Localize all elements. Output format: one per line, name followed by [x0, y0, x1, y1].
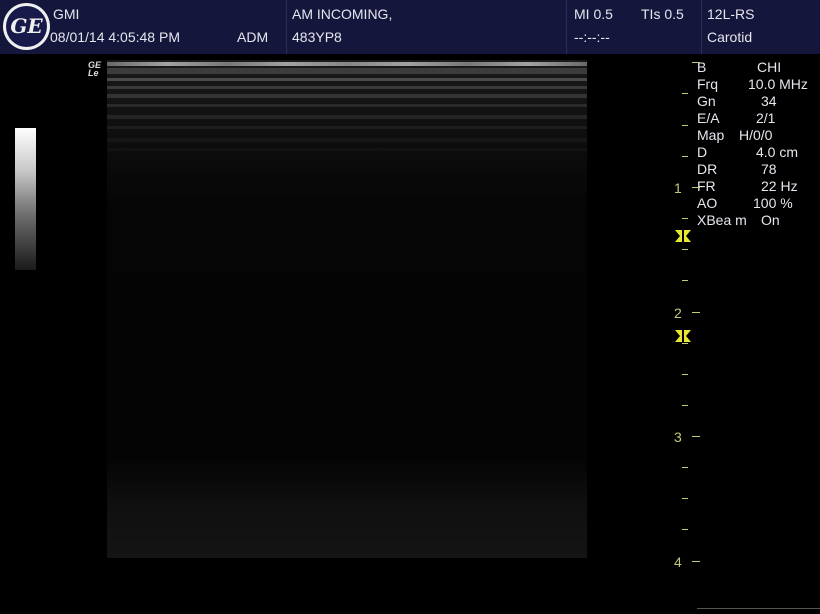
- divider: [697, 608, 820, 609]
- ultrasound-image[interactable]: [107, 60, 587, 558]
- focus-marker-icon[interactable]: [674, 230, 692, 242]
- patient-name: AM INCOMING,: [292, 6, 393, 22]
- probe-name: 12L-RS: [707, 6, 755, 22]
- mechanical-index: MI 0.5: [574, 6, 613, 22]
- ge-logo-icon: GE: [3, 3, 50, 50]
- depth-label-2: 2: [674, 305, 682, 321]
- exam-datetime: 08/01/14 4:05:48 PM: [50, 29, 180, 45]
- depth-label-3: 3: [674, 429, 682, 445]
- depth-scale: 1 2 3 4: [670, 58, 700, 578]
- thermal-index: TIs 0.5: [641, 6, 684, 22]
- status-header: GE GMI 08/01/14 4:05:48 PM ADM AM INCOMI…: [0, 0, 820, 54]
- depth-label-4: 4: [674, 554, 682, 570]
- operator-id: ADM: [237, 29, 269, 45]
- exam-preset: Carotid: [707, 29, 753, 45]
- focus-marker-icon[interactable]: [674, 330, 692, 342]
- image-orientation-marker: GE Le: [88, 60, 102, 78]
- clock: --:--:--: [574, 29, 610, 45]
- grayscale-bar: [15, 128, 36, 270]
- patient-id: 483YP8: [292, 29, 342, 45]
- depth-label-1: 1: [674, 180, 682, 196]
- institution-name: GMI: [53, 6, 80, 22]
